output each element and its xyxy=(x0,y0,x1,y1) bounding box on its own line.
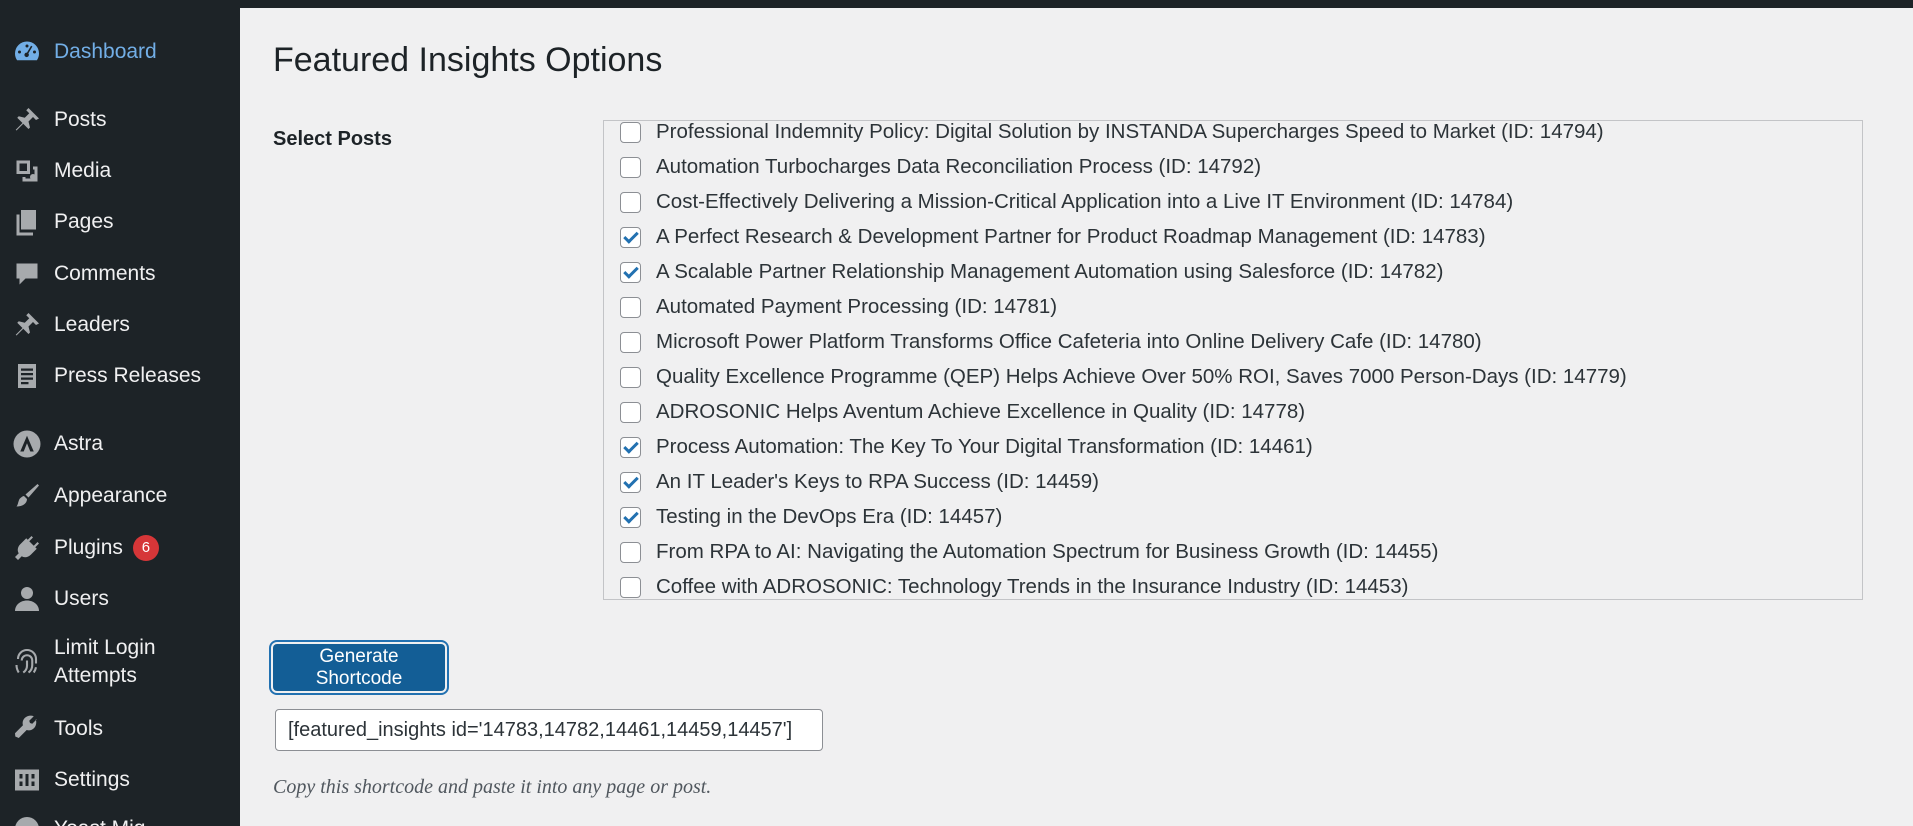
sidebar-item-label: Leaders xyxy=(54,313,130,336)
post-option-label: Automated Payment Processing (ID: 14781) xyxy=(656,295,1058,318)
comments-icon xyxy=(11,258,43,290)
post-option-label: Professional Indemnity Policy: Digital S… xyxy=(656,120,1604,143)
post-option-label: Process Automation: The Key To Your Digi… xyxy=(656,435,1313,458)
sidebar-item-label: Users xyxy=(54,587,109,610)
post-option-row[interactable]: Quality Excellence Programme (QEP) Helps… xyxy=(620,360,1627,394)
sidebar-item-users[interactable]: Users xyxy=(0,585,240,613)
pushpin-icon xyxy=(11,104,43,136)
post-option-label: Testing in the DevOps Era (ID: 14457) xyxy=(656,505,1003,528)
post-option-label: A Scalable Partner Relationship Manageme… xyxy=(656,260,1444,283)
post-checkbox[interactable] xyxy=(620,331,641,353)
post-checkbox[interactable] xyxy=(620,506,641,528)
post-option-label: Coffee with ADROSONIC: Technology Trends… xyxy=(656,575,1409,598)
post-checkbox[interactable] xyxy=(620,401,641,423)
sidebar-item-label: Plugins 6 xyxy=(54,534,159,562)
dashboard-icon xyxy=(11,36,43,68)
sidebar-item-label: Press Releases xyxy=(54,364,202,387)
sidebar-item-label: Posts xyxy=(54,108,107,131)
sidebar-item-label-line2: Attempts xyxy=(54,664,137,687)
monsterinsights-icon xyxy=(11,813,43,826)
media-icon xyxy=(11,155,43,187)
post-checkbox[interactable] xyxy=(620,226,641,248)
pushpin-icon xyxy=(11,309,43,341)
post-option-row[interactable]: Coffee with ADROSONIC: Technology Trends… xyxy=(620,570,1409,599)
post-option-label: Quality Excellence Programme (QEP) Helps… xyxy=(656,365,1627,388)
sidebar-item-label: Appearance xyxy=(54,484,168,507)
post-checkbox[interactable] xyxy=(620,156,641,178)
post-checkbox[interactable] xyxy=(620,261,641,283)
sidebar-item-plugins[interactable]: Plugins 6 xyxy=(0,534,240,562)
post-checkbox-list[interactable]: Professional Indemnity Policy: Digital S… xyxy=(603,120,1863,600)
sidebar-item-label: Yoast Mig xyxy=(54,815,145,826)
post-checkbox[interactable] xyxy=(620,576,641,598)
document-icon xyxy=(11,360,43,392)
post-option-label: Cost-Effectively Delivering a Mission-Cr… xyxy=(656,190,1514,213)
sidebar-item-tools[interactable]: Tools xyxy=(0,715,240,743)
users-icon xyxy=(11,583,43,615)
pages-icon xyxy=(11,206,43,238)
sidebar-item-label: Settings xyxy=(54,768,130,791)
sidebar-item-press-releases[interactable]: Press Releases xyxy=(0,362,240,390)
sidebar-item-posts[interactable]: Posts xyxy=(0,106,240,134)
sidebar-item-limit-login-attempts[interactable]: Limit Login Attempts xyxy=(0,634,240,690)
sidebar-item-settings[interactable]: Settings xyxy=(0,766,240,794)
post-checkbox[interactable] xyxy=(620,296,641,318)
post-option-label: An IT Leader's Keys to RPA Success (ID: … xyxy=(656,470,1099,493)
settings-icon xyxy=(11,764,43,796)
sidebar-item-partial[interactable]: Yoast Mig xyxy=(0,815,240,826)
plugins-label: Plugins xyxy=(54,536,123,559)
update-count-badge: 6 xyxy=(132,535,159,562)
sidebar-item-pages[interactable]: Pages xyxy=(0,208,240,236)
sidebar-item-label: Pages xyxy=(54,210,114,233)
wrench-icon xyxy=(11,713,43,745)
post-checkbox[interactable] xyxy=(620,541,641,563)
post-checkbox[interactable] xyxy=(620,436,641,458)
post-option-row[interactable]: An IT Leader's Keys to RPA Success (ID: … xyxy=(620,465,1099,499)
sidebar-item-comments[interactable]: Comments xyxy=(0,260,240,288)
post-option-row[interactable]: Professional Indemnity Policy: Digital S… xyxy=(620,120,1604,149)
paintbrush-icon xyxy=(11,480,43,512)
post-option-label: ADROSONIC Helps Aventum Achieve Excellen… xyxy=(656,400,1306,423)
post-option-label: From RPA to AI: Navigating the Automatio… xyxy=(656,540,1439,563)
plugins-icon xyxy=(11,532,43,564)
post-option-row[interactable]: A Perfect Research & Development Partner… xyxy=(620,220,1486,254)
post-option-row[interactable]: Microsoft Power Platform Transforms Offi… xyxy=(620,325,1482,359)
post-option-row[interactable]: Automation Turbocharges Data Reconciliat… xyxy=(620,150,1261,184)
post-checkbox[interactable] xyxy=(620,471,641,493)
fingerprint-icon xyxy=(11,646,43,678)
sidebar-item-astra[interactable]: Astra xyxy=(0,430,240,458)
post-option-label: Microsoft Power Platform Transforms Offi… xyxy=(656,330,1482,353)
sidebar-item-label: Astra xyxy=(54,432,104,455)
post-option-row[interactable]: Process Automation: The Key To Your Digi… xyxy=(620,430,1313,464)
post-checkbox[interactable] xyxy=(620,366,641,388)
sidebar-item-label: Dashboard xyxy=(54,40,157,63)
post-option-row[interactable]: Testing in the DevOps Era (ID: 14457) xyxy=(620,500,1002,534)
post-checkbox[interactable] xyxy=(620,191,641,213)
main-content: Featured Insights Options Select Posts P… xyxy=(240,8,1913,826)
post-option-label: A Perfect Research & Development Partner… xyxy=(656,225,1486,248)
post-option-row[interactable]: Automated Payment Processing (ID: 14781) xyxy=(620,290,1057,324)
sidebar-item-label: Limit Login xyxy=(54,636,156,659)
sidebar-item-leaders[interactable]: Leaders xyxy=(0,311,240,339)
sidebar-item-label: Media xyxy=(54,159,112,182)
shortcode-output-field[interactable] xyxy=(275,709,823,751)
post-option-row[interactable]: Cost-Effectively Delivering a Mission-Cr… xyxy=(620,185,1513,219)
select-posts-label: Select Posts xyxy=(273,128,392,150)
sidebar-item-label: Tools xyxy=(54,717,104,740)
post-option-row[interactable]: ADROSONIC Helps Aventum Achieve Excellen… xyxy=(620,395,1305,429)
shortcode-hint: Copy this shortcode and paste it into an… xyxy=(273,776,712,798)
page-title: Featured Insights Options xyxy=(273,41,663,79)
astra-icon xyxy=(11,428,43,460)
generate-shortcode-button[interactable]: Generate Shortcode xyxy=(273,644,445,691)
sidebar-item-dashboard[interactable]: Dashboard xyxy=(0,38,240,66)
sidebar-item-media[interactable]: Media xyxy=(0,157,240,185)
post-option-row[interactable]: From RPA to AI: Navigating the Automatio… xyxy=(620,535,1438,569)
admin-sidebar: Dashboard Posts Media Pages Comments Lea… xyxy=(0,0,240,826)
post-option-row[interactable]: A Scalable Partner Relationship Manageme… xyxy=(620,255,1443,289)
sidebar-item-appearance[interactable]: Appearance xyxy=(0,482,240,510)
post-checkbox[interactable] xyxy=(620,121,641,143)
sidebar-item-label: Comments xyxy=(54,262,156,285)
post-option-label: Automation Turbocharges Data Reconciliat… xyxy=(656,155,1262,178)
